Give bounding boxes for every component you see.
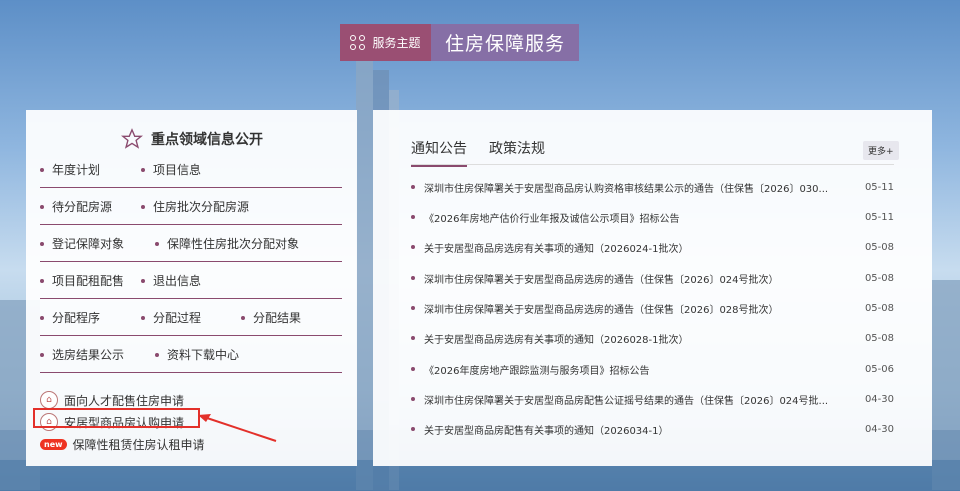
news-item[interactable]: 深圳市住房保障署关于安居型商品房认购资格审核结果公示的通告（住保售〔2026〕0… xyxy=(411,172,894,202)
link-selection-result[interactable]: 选房结果公示 xyxy=(40,346,124,363)
tab-policies[interactable]: 政策法规 xyxy=(489,138,545,167)
link-pending-housing[interactable]: 待分配房源 xyxy=(40,198,112,215)
link-allocation-result[interactable]: 分配结果 xyxy=(241,309,301,326)
document-icon: ⌂ xyxy=(40,391,58,409)
link-batch-objects[interactable]: 保障性住房批次分配对象 xyxy=(155,235,299,252)
link-exit-info[interactable]: 退出信息 xyxy=(141,272,201,289)
grid-icon xyxy=(350,34,366,51)
news-item[interactable]: 深圳市住房保障署关于安居型商品房配售公证摇号结果的通告（住保售〔2026〕024… xyxy=(411,384,894,414)
more-button[interactable]: 更多+ xyxy=(863,141,899,160)
highlight-box xyxy=(33,408,200,428)
news-tabs: 通知公告 政策法规 xyxy=(411,138,545,167)
news-item[interactable]: 深圳市住房保障署关于安居型商品房选房的通告（住保售〔2026〕028号批次） 05… xyxy=(411,293,894,323)
news-panel: 通知公告 政策法规 更多+ 深圳市住房保障署关于安居型商品房认购资格审核结果公示… xyxy=(373,110,932,466)
page-title: 住房保障服务 xyxy=(431,24,579,61)
link-registered-objects[interactable]: 登记保障对象 xyxy=(40,235,124,252)
news-item[interactable]: 《2026年度房地产跟踪监测与服务项目》招标公告 05-06 xyxy=(411,354,894,384)
info-row-3: 登记保障对象 保障性住房批次分配对象 xyxy=(40,225,342,262)
key-info-panel: 重点领域信息公开 年度计划 项目信息 待分配房源 住房批次分配房源 登记保障对象… xyxy=(26,110,357,466)
info-row-4: 项目配租配售 退出信息 xyxy=(40,262,342,299)
link-allocation-process[interactable]: 分配过程 xyxy=(141,309,201,326)
link-project-info[interactable]: 项目信息 xyxy=(141,161,201,178)
info-row-2: 待分配房源 住房批次分配房源 xyxy=(40,188,342,225)
service-theme-label: 服务主题 xyxy=(340,24,431,61)
link-rent-sale[interactable]: 项目配租配售 xyxy=(40,272,124,289)
link-download-center[interactable]: 资料下载中心 xyxy=(155,346,239,363)
info-row-6: 选房结果公示 资料下载中心 xyxy=(40,336,342,373)
panel-title: 重点领域信息公开 xyxy=(121,128,263,150)
link-allocation-procedure[interactable]: 分配程序 xyxy=(40,309,100,326)
red-arrow-annotation xyxy=(198,414,277,442)
info-row-1: 年度计划 项目信息 xyxy=(40,151,342,188)
star-icon xyxy=(121,128,143,149)
news-item[interactable]: 关于安居型商品房选房有关事项的通知（2026028-1批次） 05-08 xyxy=(411,323,894,353)
new-badge-icon: new xyxy=(40,439,67,450)
talent-housing-application[interactable]: ⌂ 面向人才配售住房申请 xyxy=(40,391,184,409)
rental-housing-application[interactable]: new 保障性租赁住房认租申请 xyxy=(40,436,205,453)
tab-divider xyxy=(411,164,894,165)
news-item[interactable]: 深圳市住房保障署关于安居型商品房选房的通告（住保售〔2026〕024号批次） 05… xyxy=(411,263,894,293)
tab-notices[interactable]: 通知公告 xyxy=(411,138,467,167)
news-item[interactable]: 关于安居型商品房选房有关事项的通知（2026024-1批次） 05-08 xyxy=(411,232,894,262)
news-item[interactable]: 关于安居型商品房配售有关事项的通知（2026034-1） 04-30 xyxy=(411,414,894,444)
link-annual-plan[interactable]: 年度计划 xyxy=(40,161,100,178)
service-theme-banner: 服务主题 住房保障服务 xyxy=(340,24,579,61)
link-batch-housing[interactable]: 住房批次分配房源 xyxy=(141,198,249,215)
info-row-5: 分配程序 分配过程 分配结果 xyxy=(40,299,342,336)
news-item[interactable]: 《2026年房地产估价行业年报及诚信公示项目》招标公告 05-11 xyxy=(411,202,894,232)
